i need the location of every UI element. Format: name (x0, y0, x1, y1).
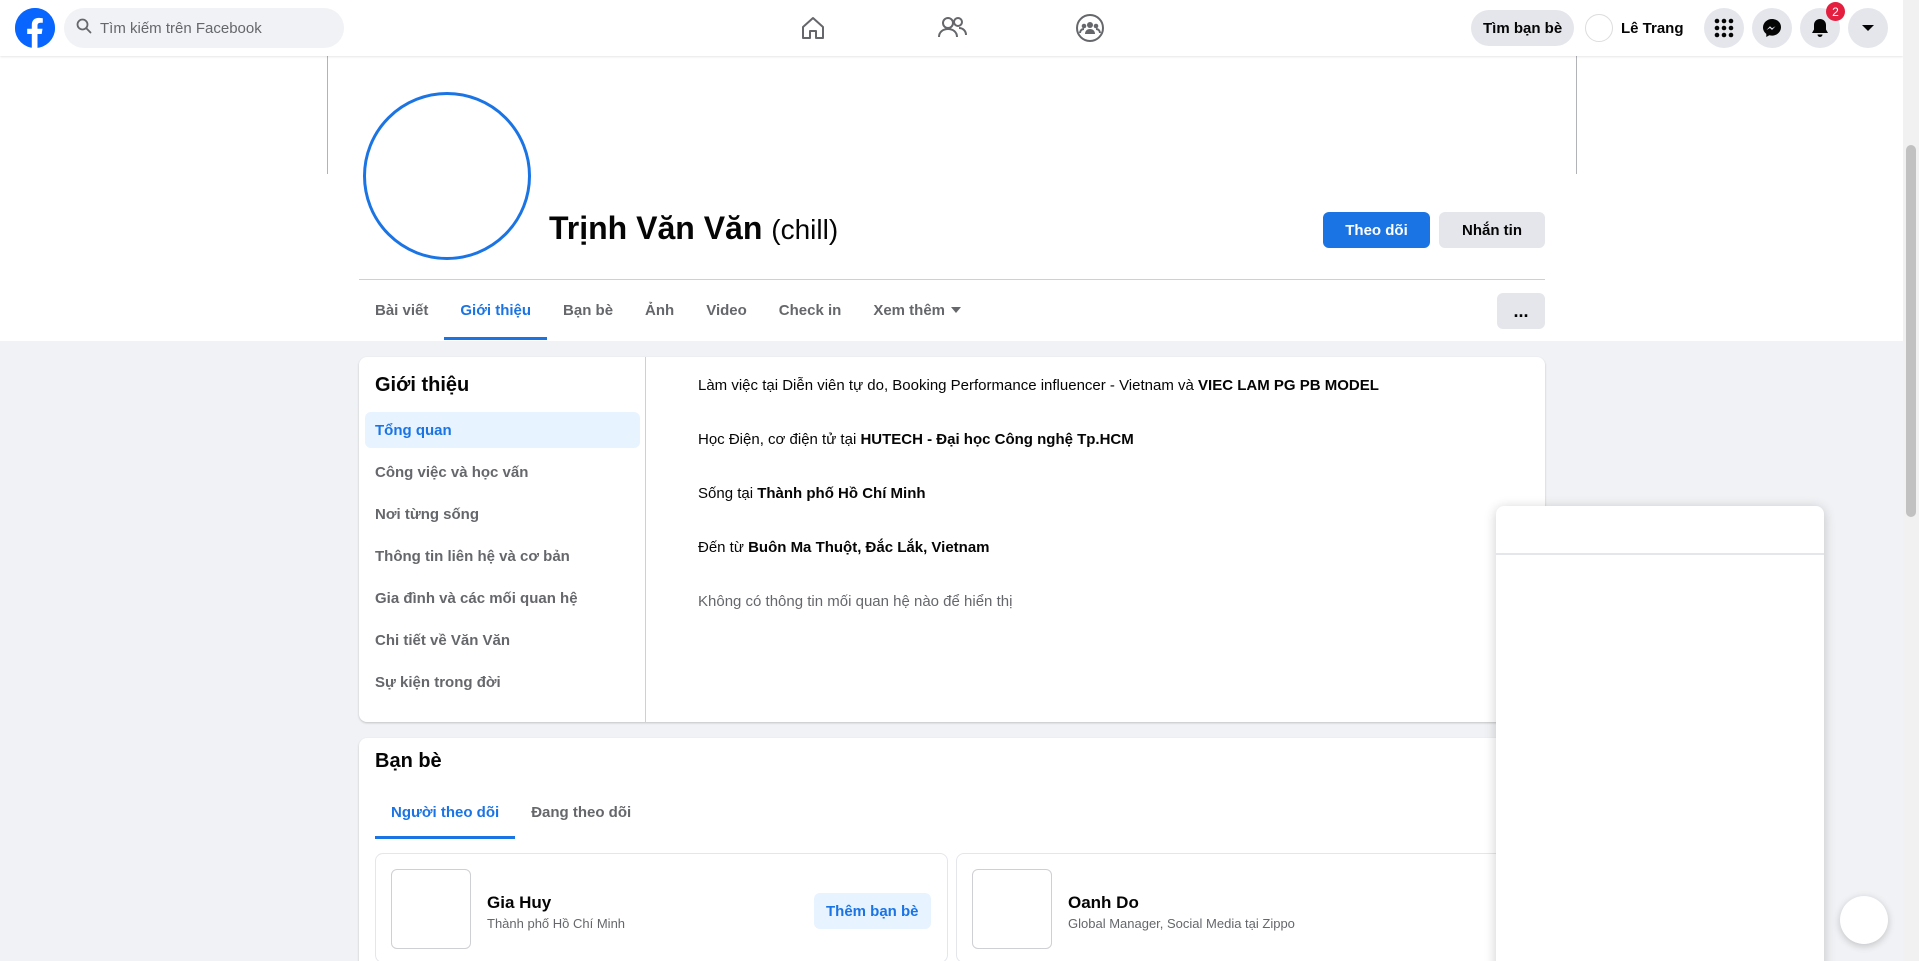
add-friend-button[interactable]: Thêm bạn bè (814, 893, 931, 929)
about-card: Giới thiệu Tổng quan Công việc và học vấ… (359, 357, 1545, 722)
find-friends-button[interactable]: Tìm bạn bè (1471, 10, 1575, 46)
menu-grid-icon[interactable] (1704, 8, 1744, 48)
tab-following[interactable]: Đang theo dõi (515, 788, 647, 836)
search-input[interactable] (100, 19, 320, 37)
list-item[interactable]: Gia Huy Thành phố Hồ Chí Minh Thêm bạn b… (375, 853, 948, 961)
profile-name: Trịnh Văn Văn (chill) (549, 210, 838, 247)
tab-photos[interactable]: Ảnh (629, 280, 690, 340)
notification-badge: 2 (1826, 2, 1845, 21)
friends-tabs: Người theo dõi Đang theo dõi (375, 788, 647, 839)
tab-followers[interactable]: Người theo dõi (375, 788, 516, 839)
home-icon[interactable] (793, 8, 833, 48)
facebook-logo-icon[interactable] (15, 8, 55, 48)
profile-avatar[interactable] (363, 92, 531, 260)
lives-city[interactable]: Thành phố Hồ Chí Minh (757, 485, 925, 502)
work-prefix: Làm việc tại Diễn viên tự do, Booking Pe… (698, 377, 1194, 394)
avatar[interactable] (391, 869, 471, 949)
lives-prefix: Sống tại (698, 485, 754, 502)
about-menu: Tổng quan Công việc và học vấn Nơi từng … (365, 412, 640, 706)
person-subtitle: Global Manager, Social Media tại Zippo (1068, 916, 1295, 931)
about-menu-family-relationships[interactable]: Gia đình và các mối quan hệ (365, 580, 640, 616)
caret-down-icon (951, 307, 962, 313)
tab-more-label: Xem thêm (873, 301, 946, 319)
tab-posts[interactable]: Bài viết (359, 280, 444, 340)
avatar[interactable] (972, 869, 1052, 949)
about-sidebar: Giới thiệu Tổng quan Công việc và học vấ… (359, 357, 646, 722)
study-school[interactable]: HUTECH - Đại học Công nghệ Tp.HCM (860, 431, 1133, 448)
list-item[interactable]: Oanh Do Global Manager, Social Media tại… (956, 853, 1529, 961)
chat-popup-panel[interactable] (1496, 506, 1824, 961)
about-menu-overview[interactable]: Tổng quan (365, 412, 640, 448)
hometown-info: Đến từ Buôn Ma Thuột, Đắc Lắk, Vietnam (698, 539, 1379, 593)
more-options-button[interactable]: ... (1497, 293, 1545, 329)
friends-title: Bạn bè (375, 750, 442, 772)
page-scrollbar[interactable] (1903, 0, 1919, 961)
tab-more[interactable]: Xem thêm (857, 280, 977, 340)
search-icon (76, 18, 92, 39)
profile-tabs: Bài viết Giới thiệu Bạn bè Ảnh Video Che… (359, 280, 977, 340)
tab-checkin[interactable]: Check in (763, 280, 858, 340)
message-button[interactable]: Nhắn tin (1439, 212, 1545, 248)
about-menu-contact-basic[interactable]: Thông tin liên hệ và cơ bản (365, 538, 640, 574)
caret-down-icon[interactable] (1848, 8, 1888, 48)
lives-in-info: Sống tại Thành phố Hồ Chí Minh (698, 485, 1379, 539)
popup-divider (1496, 553, 1824, 555)
person-name[interactable]: Oanh Do (1068, 893, 1139, 913)
from-city[interactable]: Buôn Ma Thuột, Đắc Lắk, Vietnam (748, 539, 989, 556)
work-info: Làm việc tại Diễn viên tự do, Booking Pe… (698, 377, 1379, 431)
top-navigation-bar: Tìm bạn bè Lê Trang 2 (0, 0, 1903, 56)
search-box[interactable] (64, 8, 344, 48)
friends-card: Bạn bè Người theo dõi Đang theo dõi Gia … (359, 738, 1545, 961)
about-menu-details[interactable]: Chi tiết về Văn Văn (365, 622, 640, 658)
about-overview: Làm việc tại Diễn viên tự do, Booking Pe… (698, 377, 1379, 647)
tab-about[interactable]: Giới thiệu (444, 280, 547, 340)
about-menu-places-lived[interactable]: Nơi từng sống (365, 496, 640, 532)
relationship-info: Không có thông tin mối quan hệ nào để hi… (698, 593, 1013, 610)
follow-button[interactable]: Theo dõi (1323, 212, 1430, 248)
study-prefix: Học Điện, cơ điện tử tại (698, 431, 857, 448)
work-company[interactable]: VIEC LAM PG PB MODEL (1198, 377, 1379, 394)
person-subtitle: Thành phố Hồ Chí Minh (487, 916, 626, 931)
friends-icon[interactable] (932, 8, 972, 48)
tab-friends[interactable]: Bạn bè (547, 280, 629, 340)
cover-edge (1576, 56, 1577, 174)
tab-videos[interactable]: Video (690, 280, 763, 340)
floating-action-button[interactable] (1840, 896, 1888, 944)
cover-edge (327, 56, 328, 174)
scrollbar-thumb[interactable] (1906, 145, 1916, 517)
about-menu-work-education[interactable]: Công việc và học vấn (365, 454, 640, 490)
user-profile-chip[interactable]: Lê Trang (1585, 12, 1684, 44)
user-name: Lê Trang (1621, 19, 1684, 37)
groups-icon[interactable] (1070, 8, 1110, 48)
profile-nickname: (chill) (771, 214, 839, 245)
person-name[interactable]: Gia Huy (487, 893, 551, 913)
from-prefix: Đến từ (698, 539, 744, 556)
avatar (1585, 14, 1613, 42)
profile-full-name: Trịnh Văn Văn (549, 210, 763, 246)
about-menu-life-events[interactable]: Sự kiện trong đời (365, 664, 640, 700)
about-title: Giới thiệu (375, 374, 470, 396)
education-info: Học Điện, cơ điện tử tại HUTECH - Đại họ… (698, 431, 1379, 485)
messenger-icon[interactable] (1752, 8, 1792, 48)
